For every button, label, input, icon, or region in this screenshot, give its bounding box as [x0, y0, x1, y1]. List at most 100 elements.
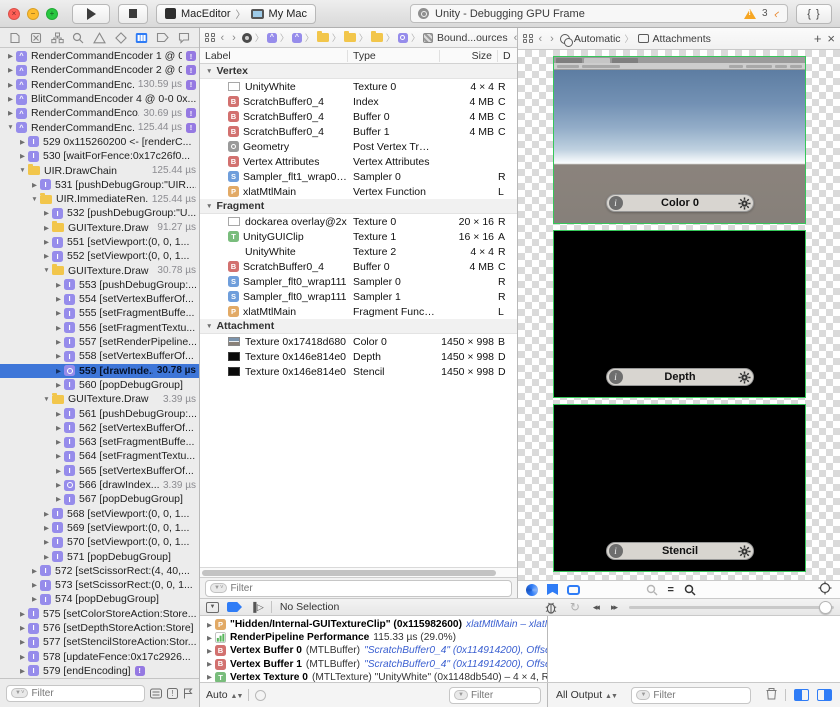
resource-row[interactable]: Texture 0x146e814e0Depth1450 × 998D — [200, 349, 517, 364]
nav-row[interactable]: ▶I557 [setRenderPipeline... — [0, 335, 199, 349]
nav-row[interactable]: ▶I575 [setColorStoreAction:Store... — [0, 607, 199, 621]
code-snippets-button[interactable]: { } — [796, 4, 832, 24]
frame-scrubber-slider[interactable] — [629, 606, 834, 609]
assistant-mode[interactable]: Automatic — [574, 33, 621, 45]
navigator-tab-search-icon[interactable] — [70, 30, 86, 46]
nav-row[interactable]: ▶I578 [updateFence:0x17c2926... — [0, 649, 199, 663]
clear-console-icon[interactable] — [766, 687, 777, 703]
warning-icon[interactable] — [744, 9, 756, 19]
nav-row[interactable]: ▶I570 [setViewport:(0, 0, 1... — [0, 535, 199, 549]
navigator-tab-breakpoints-icon[interactable] — [155, 30, 171, 46]
gear-icon[interactable] — [738, 197, 751, 210]
disclosure-triangle-icon[interactable]: ▼ — [41, 396, 52, 403]
resource-row[interactable]: BVertex AttributesVertex Attributes — [200, 154, 517, 169]
info-icon[interactable]: i — [609, 370, 623, 384]
disclosure-triangle-icon[interactable]: ▶ — [53, 309, 64, 317]
nav-row[interactable]: ▶I553 [pushDebugGroup:... — [0, 278, 199, 292]
selection-tool-icon[interactable] — [567, 585, 580, 595]
disclosure-triangle-icon[interactable]: ▶ — [204, 634, 215, 642]
folder-icon[interactable] — [317, 33, 329, 42]
color-picker-icon[interactable] — [526, 584, 538, 596]
column-type[interactable]: Type — [348, 50, 440, 62]
stop-button[interactable] — [118, 4, 148, 24]
encoder-icon[interactable]: ^ — [267, 33, 277, 43]
resource-row[interactable]: dockarea overlay@2xTexture 020 × 16R — [200, 214, 517, 229]
forward-button[interactable]: › — [230, 32, 238, 44]
disclosure-triangle-icon[interactable]: ▶ — [204, 621, 215, 629]
resource-row[interactable]: SSampler_flt0_wrap111Sampler 1R — [200, 289, 517, 304]
resource-row[interactable]: BScratchBuffer0_4Index4 MBC — [200, 94, 517, 109]
issues-toggle-icon[interactable]: ! — [167, 688, 178, 699]
disclosure-triangle-icon[interactable]: ▶ — [53, 381, 64, 389]
variable-row[interactable]: ▶TVertex Texture 0(MTLTexture) "UnityWhi… — [200, 671, 547, 682]
disclosure-triangle-icon[interactable]: ▶ — [53, 495, 64, 503]
frame-icon[interactable] — [242, 33, 252, 43]
nav-row[interactable]: ▶I531 [pushDebugGroup:"UIR.... — [0, 178, 199, 192]
console-output-selector[interactable]: All Output ▲▼ — [556, 689, 617, 701]
navigator-tab-source-control-icon[interactable] — [28, 30, 44, 46]
info-icon[interactable]: i — [609, 196, 623, 210]
gear-icon[interactable] — [738, 545, 751, 558]
resource-row[interactable]: UnityWhiteTexture 24 × 4R — [200, 244, 517, 259]
nav-row-selected[interactable]: ▶559 [drawInde...30.78 µs — [0, 364, 199, 378]
zoom-actual-icon[interactable]: = — [668, 584, 674, 596]
disclosure-triangle-icon[interactable]: ▶ — [204, 647, 215, 655]
disclosure-triangle-icon[interactable]: ▶ — [41, 553, 52, 561]
debug-bug-icon[interactable] — [545, 601, 557, 614]
slider-knob[interactable] — [819, 601, 832, 614]
disclosure-triangle-icon[interactable]: ▼ — [41, 267, 52, 274]
quicklook-icon[interactable] — [255, 690, 266, 701]
nav-row[interactable]: ▶^BlitCommandEncoder 4 @ 0-0 0x... — [0, 92, 199, 106]
disclosure-triangle-icon[interactable]: ▶ — [53, 338, 64, 346]
disclosure-triangle-icon[interactable]: ▶ — [53, 295, 64, 303]
flagged-toggle-icon[interactable] — [183, 688, 193, 699]
section-header[interactable]: ▼Attachment — [200, 319, 517, 334]
disclosure-triangle-icon[interactable]: ▶ — [41, 224, 52, 232]
disclosure-triangle-icon[interactable]: ▶ — [41, 209, 52, 217]
close-assistant-button[interactable]: × — [827, 31, 835, 46]
disclosure-triangle-icon[interactable]: ▶ — [53, 467, 64, 475]
column-label[interactable]: Label — [200, 50, 348, 62]
disclosure-triangle-icon[interactable]: ▶ — [17, 152, 28, 160]
nav-row[interactable]: ▶I562 [setVertexBufferOf... — [0, 421, 199, 435]
resource-row[interactable]: Texture 0x17418d680Color 01450 × 998B — [200, 334, 517, 349]
disclosure-triangle-icon[interactable]: ▶ — [41, 238, 52, 246]
nav-row[interactable]: ▶I569 [setViewport:(0, 0, 1... — [0, 521, 199, 535]
console-filter-field[interactable]: ▼ — [631, 687, 751, 704]
flag-tool-icon[interactable] — [547, 584, 558, 595]
nav-row[interactable]: ▶I555 [setFragmentBuffe... — [0, 306, 199, 320]
resource-row[interactable]: BScratchBuffer0_4Buffer 14 MBC — [200, 124, 517, 139]
minimize-window-button[interactable]: − — [27, 8, 39, 20]
zoom-in-icon[interactable] — [684, 584, 696, 596]
navigator-filter-input[interactable] — [31, 688, 140, 699]
nav-row[interactable]: ▶^RenderCommandEncoder 1 @ 0...! — [0, 49, 199, 63]
fast-forward-icon[interactable]: ▸▸ — [611, 602, 616, 613]
variables-filter-field[interactable]: ▼ — [449, 687, 541, 704]
navigator-tab-symbols-icon[interactable] — [49, 30, 65, 46]
nav-row[interactable]: ▶I556 [setFragmentTextu... — [0, 321, 199, 335]
resource-row[interactable]: SSampler_flt1_wrap000Sampler 0R — [200, 169, 517, 184]
disclosure-triangle-icon[interactable]: ▶ — [17, 138, 28, 146]
disclosure-triangle-icon[interactable]: ▶ — [17, 653, 28, 661]
nav-row[interactable]: ▶I532 [pushDebugGroup:"U... — [0, 206, 199, 220]
column-extra[interactable]: D — [498, 50, 517, 62]
zoom-window-button[interactable]: + — [46, 8, 58, 20]
nav-row[interactable]: ▶^RenderCommandEnco...30.69 µs! — [0, 106, 199, 120]
add-assistant-button[interactable]: + — [814, 31, 822, 46]
nav-row[interactable]: ▶I558 [setVertexBufferOf... — [0, 349, 199, 363]
nav-row[interactable]: ▼UIR.ImmediateRen...125.44 µs — [0, 192, 199, 206]
disclosure-triangle-icon[interactable]: ▶ — [17, 610, 28, 618]
nav-row[interactable]: ▶GUITexture.Draw91.27 µs — [0, 221, 199, 235]
nav-row[interactable]: ▼GUITexture.Draw3.39 µs — [0, 392, 199, 406]
disclosure-triangle-icon[interactable]: ▼ — [206, 68, 212, 75]
assistant-category[interactable]: Attachments — [653, 33, 711, 45]
run-button[interactable] — [72, 4, 110, 24]
nav-row[interactable]: ▶I571 [popDebugGroup] — [0, 549, 199, 563]
editor-filter-input[interactable] — [230, 583, 507, 594]
nav-row[interactable]: ▶I567 [popDebugGroup] — [0, 492, 199, 506]
attachment-preview-stencil[interactable]: iStencil — [553, 404, 806, 572]
back-button[interactable]: ‹ — [537, 33, 545, 45]
related-items-icon[interactable] — [523, 34, 533, 44]
navigator-filter-field[interactable]: ▼˅ — [6, 685, 145, 702]
step-over-icon[interactable]: ▐ ▷ — [250, 602, 263, 613]
